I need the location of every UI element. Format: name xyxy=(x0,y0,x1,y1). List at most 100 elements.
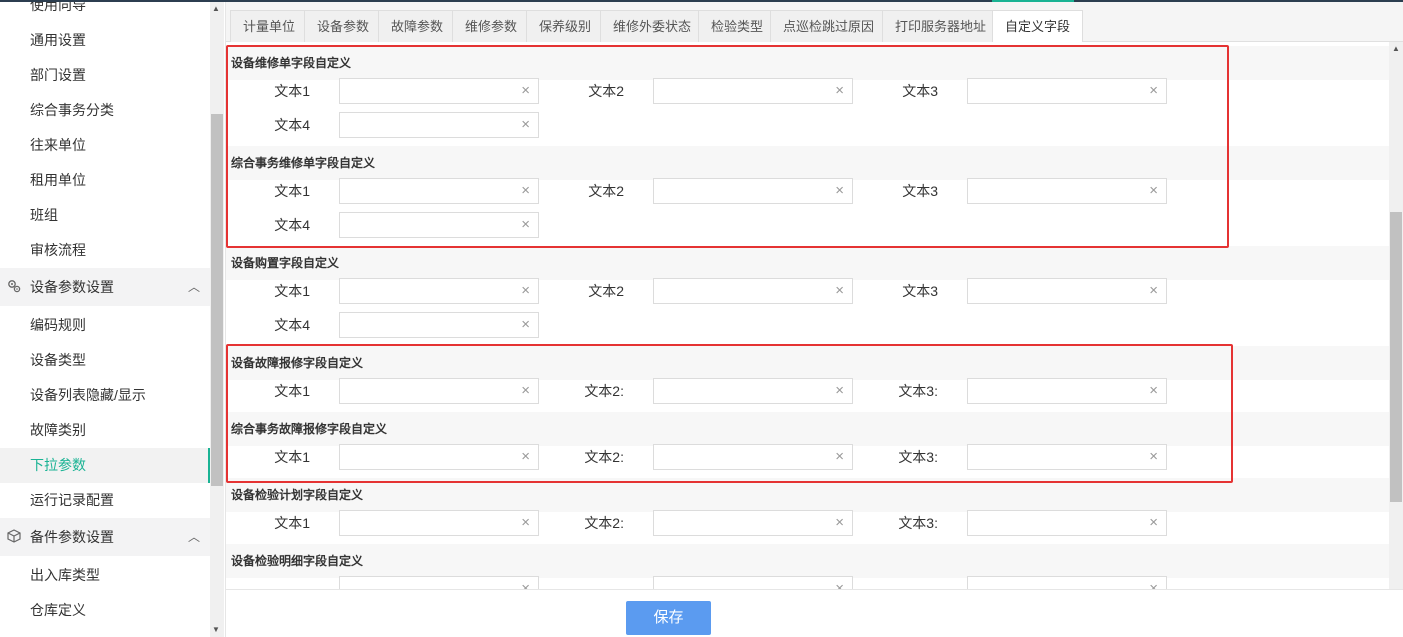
scroll-up-arrow-icon[interactable]: ▲ xyxy=(212,4,220,13)
text-input[interactable] xyxy=(340,179,516,203)
clear-icon[interactable]: × xyxy=(1149,515,1158,531)
text-field[interactable]: × xyxy=(967,576,1167,589)
main-scrollbar[interactable]: ▲ xyxy=(1389,42,1403,589)
sidebar-item-dropdown-params[interactable]: 下拉参数 xyxy=(0,448,210,483)
text-input[interactable] xyxy=(968,511,1144,535)
clear-icon[interactable]: × xyxy=(1149,581,1158,590)
clear-icon[interactable]: × xyxy=(521,581,530,590)
clear-icon[interactable]: × xyxy=(835,449,844,465)
sidebar-item-equipment-type[interactable]: 设备类型 xyxy=(0,343,210,378)
text-field[interactable]: × xyxy=(339,178,539,204)
text-input[interactable] xyxy=(654,179,830,203)
clear-icon[interactable]: × xyxy=(521,515,530,531)
sidebar-item-team[interactable]: 班组 xyxy=(0,198,210,233)
text-input[interactable] xyxy=(340,279,516,303)
clear-icon[interactable]: × xyxy=(521,83,530,99)
scroll-up-arrow-icon[interactable]: ▲ xyxy=(1392,44,1400,53)
tab-repair-params[interactable]: 维修参数 xyxy=(452,10,531,42)
text-field[interactable]: × xyxy=(339,278,539,304)
text-field[interactable]: × xyxy=(653,576,853,589)
text-input[interactable] xyxy=(654,79,830,103)
text-field[interactable]: × xyxy=(967,78,1167,104)
sidebar-item-warehouse[interactable]: 仓库定义 xyxy=(0,593,210,628)
text-input[interactable] xyxy=(340,313,516,337)
tab-equipment-params[interactable]: 设备参数 xyxy=(304,10,383,42)
text-field[interactable]: × xyxy=(653,178,853,204)
clear-icon[interactable]: × xyxy=(521,283,530,299)
scrollbar-thumb[interactable] xyxy=(211,114,223,486)
text-input[interactable] xyxy=(968,279,1144,303)
clear-icon[interactable]: × xyxy=(521,183,530,199)
text-input[interactable] xyxy=(654,511,830,535)
text-field[interactable]: × xyxy=(339,510,539,536)
clear-icon[interactable]: × xyxy=(1149,283,1158,299)
sidebar-item-fault-category[interactable]: 故障类别 xyxy=(0,413,210,448)
text-input[interactable] xyxy=(968,445,1144,469)
sidebar-item-guide[interactable]: 使用向导 xyxy=(0,2,210,23)
text-field[interactable]: × xyxy=(653,378,853,404)
text-field[interactable]: × xyxy=(967,510,1167,536)
text-field[interactable]: × xyxy=(653,444,853,470)
tab-inspection-type[interactable]: 检验类型 xyxy=(698,10,777,42)
tab-custom-fields[interactable]: 自定义字段 xyxy=(992,10,1084,43)
text-field[interactable]: × xyxy=(653,510,853,536)
sidebar-scrollbar[interactable]: ▲ ▼ xyxy=(210,2,224,637)
tab-outsource-status[interactable]: 维修外委状态 xyxy=(600,10,705,42)
text-input[interactable] xyxy=(340,379,516,403)
text-input[interactable] xyxy=(968,179,1144,203)
text-input[interactable] xyxy=(968,379,1144,403)
sidebar-group-spare-parts-params[interactable]: 备件参数设置 ︿ xyxy=(0,518,210,556)
scrollbar-thumb[interactable] xyxy=(1390,212,1402,502)
text-input[interactable] xyxy=(340,79,516,103)
text-input[interactable] xyxy=(340,445,516,469)
save-button[interactable]: 保存 xyxy=(626,601,711,635)
text-input[interactable] xyxy=(340,577,516,589)
text-input[interactable] xyxy=(340,213,516,237)
sidebar-group-equipment-params[interactable]: 设备参数设置 ︿ xyxy=(0,268,210,306)
clear-icon[interactable]: × xyxy=(1149,449,1158,465)
text-input[interactable] xyxy=(654,577,830,589)
tab-skip-reason[interactable]: 点巡检跳过原因 xyxy=(770,10,888,42)
text-field[interactable]: × xyxy=(967,278,1167,304)
tab-print-server[interactable]: 打印服务器地址 xyxy=(882,10,1000,42)
sidebar-item-approval[interactable]: 审核流程 xyxy=(0,233,210,268)
sidebar-item-affairs-category[interactable]: 综合事务分类 xyxy=(0,93,210,128)
text-field[interactable]: × xyxy=(967,378,1167,404)
clear-icon[interactable]: × xyxy=(835,83,844,99)
clear-icon[interactable]: × xyxy=(521,217,530,233)
clear-icon[interactable]: × xyxy=(1149,183,1158,199)
sidebar-item-coding-rules[interactable]: 编码规则 xyxy=(0,308,210,343)
clear-icon[interactable]: × xyxy=(835,283,844,299)
clear-icon[interactable]: × xyxy=(835,183,844,199)
tab-maintenance-level[interactable]: 保养级别 xyxy=(526,10,605,42)
text-field[interactable]: × xyxy=(967,444,1167,470)
clear-icon[interactable]: × xyxy=(835,581,844,590)
clear-icon[interactable]: × xyxy=(521,449,530,465)
text-field[interactable]: × xyxy=(339,444,539,470)
text-field[interactable]: × xyxy=(339,378,539,404)
text-field[interactable]: × xyxy=(967,178,1167,204)
text-field[interactable]: × xyxy=(339,112,539,138)
text-field[interactable]: × xyxy=(653,278,853,304)
text-field[interactable]: × xyxy=(339,212,539,238)
text-field[interactable]: × xyxy=(339,312,539,338)
tab-measure-unit[interactable]: 计量单位 xyxy=(230,10,309,42)
sidebar-item-list-visibility[interactable]: 设备列表隐藏/显示 xyxy=(0,378,210,413)
sidebar-item-partners[interactable]: 往来单位 xyxy=(0,128,210,163)
text-input[interactable] xyxy=(968,79,1144,103)
clear-icon[interactable]: × xyxy=(521,317,530,333)
text-input[interactable] xyxy=(654,445,830,469)
clear-icon[interactable]: × xyxy=(1149,383,1158,399)
text-input[interactable] xyxy=(654,279,830,303)
text-field[interactable]: × xyxy=(653,78,853,104)
clear-icon[interactable]: × xyxy=(835,515,844,531)
text-field[interactable]: × xyxy=(339,78,539,104)
sidebar-item-general[interactable]: 通用设置 xyxy=(0,23,210,58)
clear-icon[interactable]: × xyxy=(521,117,530,133)
sidebar-item-run-record-config[interactable]: 运行记录配置 xyxy=(0,483,210,518)
text-field[interactable]: × xyxy=(339,576,539,589)
clear-icon[interactable]: × xyxy=(835,383,844,399)
text-input[interactable] xyxy=(654,379,830,403)
sidebar-item-department[interactable]: 部门设置 xyxy=(0,58,210,93)
sidebar-item-tenants[interactable]: 租用单位 xyxy=(0,163,210,198)
